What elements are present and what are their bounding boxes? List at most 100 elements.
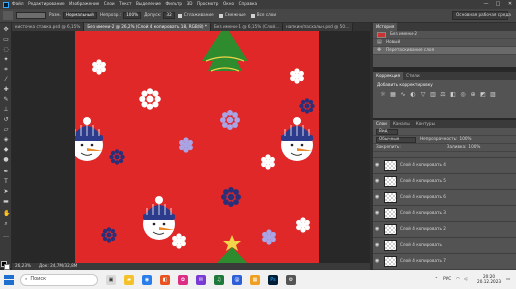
brightness-icon[interactable]: ☼ — [380, 91, 386, 98]
notifications-icon[interactable]: ▭ — [506, 277, 510, 281]
layer-opacity-value[interactable]: 100% — [460, 137, 472, 141]
paint-bucket-tool-icon[interactable]: ◈ — [3, 137, 9, 143]
media-app-icon[interactable]: ✿ — [178, 274, 188, 285]
posterize-icon[interactable]: ▨ — [490, 91, 496, 98]
blend-mode-select[interactable]: Обычные — [376, 136, 416, 143]
marquee-tool-icon[interactable]: ▭ — [3, 37, 9, 43]
layer-row[interactable]: ◉ Слой 4 копировать — [373, 238, 516, 254]
workspace-select[interactable]: Основная рабочая среда — [452, 11, 511, 20]
menu-image[interactable]: Изображение — [69, 2, 99, 6]
taskbar-search[interactable]: ⌕ Поиск — [20, 273, 98, 286]
layer-fill-value[interactable]: 100% — [468, 145, 480, 149]
tab-document-1[interactable]: кисточка ставка.psd @ 6,15% — [12, 23, 85, 31]
black-white-icon[interactable]: ◧ — [450, 91, 456, 98]
clock[interactable]: 20:20 20.12.2023 — [477, 274, 501, 284]
visibility-eye-icon[interactable]: ◉ — [375, 243, 381, 248]
file-explorer-icon[interactable]: ▰ — [124, 274, 134, 285]
magic-wand-tool-icon[interactable]: ✦ — [3, 57, 9, 63]
windows-start-icon[interactable] — [4, 274, 14, 285]
menu-edit[interactable]: Редактирование — [28, 2, 65, 6]
tool-preset-picker[interactable] — [3, 11, 13, 20]
invert-icon[interactable]: ◩ — [480, 91, 486, 98]
visibility-eye-icon[interactable]: ◉ — [375, 259, 381, 264]
tab-styles[interactable]: Стили — [403, 72, 422, 80]
opacity-field[interactable]: 100% — [123, 12, 142, 19]
move-tool-icon[interactable]: ✥ — [3, 27, 9, 33]
layer-filter-select[interactable]: Вид — [376, 128, 398, 135]
chrome-browser-icon[interactable]: ◉ — [142, 274, 152, 285]
history-snapshot[interactable]: Без имени-2 — [373, 31, 516, 39]
layer-row[interactable]: ◉ Слой 4 копировать 5 — [373, 174, 516, 190]
tab-document-3[interactable]: Без имени-1 @ 6,15% (Слой... — [210, 23, 284, 31]
type-tool-icon[interactable]: T — [3, 179, 9, 185]
menu-layers[interactable]: Слои — [104, 2, 115, 6]
maximize-button[interactable]: □ — [492, 0, 504, 9]
path-selection-tool-icon[interactable]: ➤ — [3, 189, 9, 195]
menu-filter[interactable]: Фильтр — [166, 2, 183, 6]
zoom-tool-icon[interactable]: ⌕ — [3, 221, 9, 227]
dodge-tool-icon[interactable]: ● — [3, 157, 9, 163]
contiguous-checkbox[interactable] — [218, 13, 223, 18]
photo-filter-icon[interactable]: ◎ — [460, 91, 466, 98]
blur-tool-icon[interactable]: ◆ — [3, 147, 9, 153]
tolerance-field[interactable]: 32 — [163, 12, 175, 19]
fill-source-swatch[interactable] — [16, 12, 46, 19]
antialias-checkbox[interactable] — [177, 13, 182, 18]
tab-paths[interactable]: Контуры — [413, 120, 438, 128]
settings-app-icon[interactable]: ⚙ — [286, 274, 296, 285]
tab-document-2[interactable]: Без имени-2 @ 26,2% (Слой 4 копировать 1… — [84, 23, 211, 31]
hand-tool-icon[interactable]: ✋ — [3, 211, 10, 217]
levels-icon[interactable]: ▦ — [390, 91, 396, 98]
all-layers-checkbox[interactable] — [250, 13, 255, 18]
menu-help[interactable]: Справка — [239, 2, 257, 6]
eyedropper-tool-icon[interactable]: ⁄ — [3, 77, 9, 83]
lasso-tool-icon[interactable]: ◌ — [3, 47, 9, 53]
tab-adjustments[interactable]: Коррекция — [373, 72, 404, 80]
brush-tool-icon[interactable]: ✎ — [3, 97, 9, 103]
photoshop-taskbar-icon[interactable]: Ps — [268, 274, 278, 285]
visibility-eye-icon[interactable]: ◉ — [375, 227, 381, 232]
channel-mixer-icon[interactable]: ⊕ — [470, 91, 476, 98]
pen-tool-icon[interactable]: ✒ — [3, 169, 9, 175]
shape-tool-icon[interactable]: ▬ — [3, 199, 9, 205]
office-app-icon[interactable]: ◧ — [160, 274, 170, 285]
document-canvas[interactable] — [75, 31, 319, 263]
menu-3d[interactable]: 3D — [187, 2, 193, 6]
chevron-up-icon[interactable]: ⌃ — [435, 277, 439, 281]
visibility-eye-icon[interactable]: ◉ — [375, 179, 381, 184]
hue-saturation-icon[interactable]: ▥ — [430, 91, 436, 98]
folder-app-icon[interactable]: ▦ — [250, 274, 260, 285]
tab-layers[interactable]: Слои — [373, 120, 390, 128]
curves-icon[interactable]: ∿ — [400, 91, 406, 98]
color-balance-icon[interactable]: ⚖ — [440, 91, 446, 98]
layer-row[interactable]: ◉ Слой 4 копировать 7 — [373, 254, 516, 270]
menu-file[interactable]: Файл — [12, 2, 24, 6]
tab-history[interactable]: История — [373, 23, 398, 31]
messenger-app-icon[interactable]: ✉ — [196, 274, 206, 285]
vibrance-icon[interactable]: ▽ — [420, 91, 426, 98]
healing-brush-tool-icon[interactable]: ✚ — [3, 87, 9, 93]
visibility-eye-icon[interactable]: ◉ — [375, 163, 381, 168]
history-brush-tool-icon[interactable]: ↺ — [3, 117, 9, 123]
zoom-level[interactable]: 26,23% — [15, 264, 31, 268]
language-indicator[interactable]: РУС — [443, 277, 451, 281]
close-button[interactable]: ✕ — [504, 0, 516, 9]
menu-view[interactable]: Просмотр — [197, 2, 219, 6]
history-item[interactable]: ✥ Перетаскивание слоя — [373, 47, 516, 55]
canvas-area[interactable] — [12, 31, 370, 263]
mail-app-icon[interactable]: @ — [232, 274, 242, 285]
music-app-icon[interactable]: ♫ — [214, 274, 224, 285]
tab-channels[interactable]: Каналы — [390, 120, 413, 128]
layer-row[interactable]: ◉ Слой 4 копировать 4 — [373, 158, 516, 174]
history-item[interactable]: ▤ Новый — [373, 39, 516, 47]
menu-select[interactable]: Выделение — [136, 2, 161, 6]
visibility-eye-icon[interactable]: ◉ — [375, 195, 381, 200]
exposure-icon[interactable]: ◐ — [410, 91, 416, 98]
wifi-icon[interactable]: ◠ — [456, 277, 460, 281]
menu-type[interactable]: Текст — [119, 2, 131, 6]
visibility-eye-icon[interactable]: ◉ — [375, 211, 381, 216]
layer-row[interactable]: ◉ Слой 4 копировать 2 — [373, 222, 516, 238]
minimize-button[interactable]: — — [480, 0, 492, 9]
layer-row[interactable]: ◉ Слой 4 копировать 3 — [373, 206, 516, 222]
mode-select[interactable]: Нормальный — [62, 12, 97, 19]
